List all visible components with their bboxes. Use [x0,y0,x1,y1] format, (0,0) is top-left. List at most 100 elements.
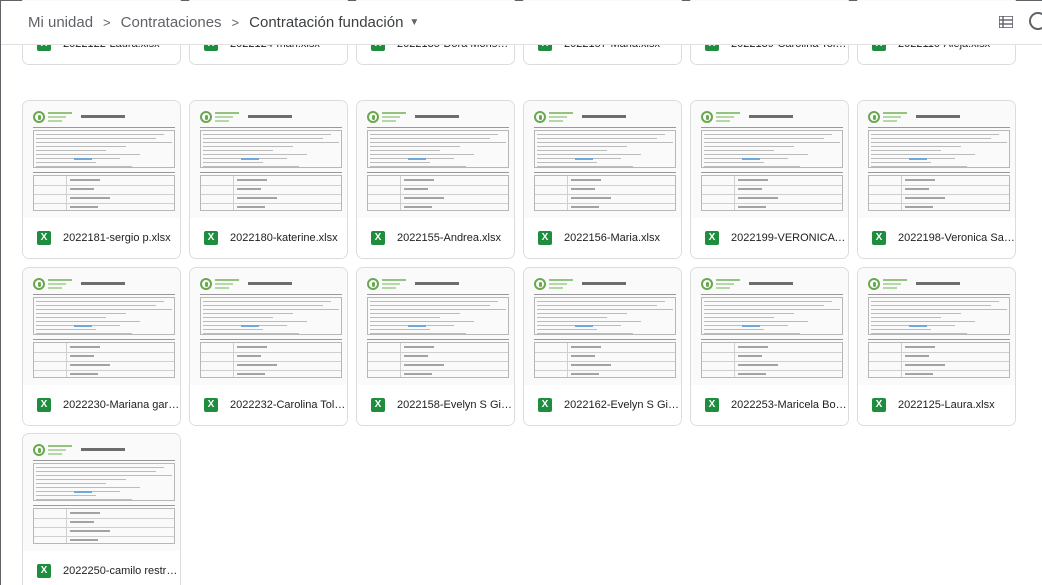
file-label-row: X 2022198-Veronica Salazar... [858,218,1015,258]
file-card[interactable]: X 2022162-Evelyn S Giraldo A... [523,267,682,426]
file-name: 2022158-Evelyn S Giraldo A... [397,399,514,411]
foundation-logo-icon [868,111,880,123]
file-card[interactable]: X 2022156-Maria.xlsx [523,100,682,259]
file-card[interactable]: X 2022180-katerine.xlsx [189,100,348,259]
file-label-row: X 2022155-Andrea.xlsx [357,218,514,258]
excel-file-icon: X [204,398,218,412]
foundation-logo-icon [868,278,880,290]
caret-down-icon[interactable]: ▼ [409,17,419,28]
file-label-row: X 2022158-Evelyn S Giraldo A... [357,385,514,425]
file-card[interactable]: X 2022125-Laura.xlsx [857,267,1016,426]
top-bar: Mi unidad > Contrataciones > Contratació… [1,1,1042,45]
file-name: 2022162-Evelyn S Giraldo A... [564,399,681,411]
file-card[interactable]: X 2022253-Maricela Botero.x... [690,267,849,426]
file-thumbnail [524,101,681,219]
spreadsheet-preview [200,278,342,382]
foundation-logo-icon [701,278,713,290]
spreadsheet-preview [701,278,843,382]
file-card[interactable]: X 2022158-Evelyn S Giraldo A... [356,267,515,426]
foundation-logo-icon [33,444,45,456]
breadcrumb-current[interactable]: Contratación fundación [249,14,403,31]
file-name: 2022155-Andrea.xlsx [397,232,501,244]
excel-file-icon: X [705,398,719,412]
foundation-logo-icon [534,278,546,290]
file-label-row: X 2022181-sergio p.xlsx [23,218,180,258]
excel-file-icon: X [872,398,886,412]
file-name: 2022250-camilo restrepo.xl... [63,565,180,577]
info-icon[interactable] [1029,12,1042,30]
spreadsheet-preview [868,111,1010,215]
excel-file-icon: X [538,231,552,245]
spreadsheet-preview [534,111,676,215]
file-label-row: X 2022156-Maria.xlsx [524,218,681,258]
file-thumbnail [858,268,1015,386]
spreadsheet-preview [33,278,175,382]
spreadsheet-preview [367,111,509,215]
file-label-row: X 2022253-Maricela Botero.x... [691,385,848,425]
file-label-row: X 2022232-Carolina Toloza.xl... [190,385,347,425]
file-thumbnail [858,101,1015,219]
file-name: 2022230-Mariana garcia.xlsx [63,399,180,411]
spreadsheet-preview [868,278,1010,382]
file-name: 2022199-VERONICA Salaza... [731,232,848,244]
list-view-icon[interactable] [999,16,1013,28]
foundation-logo-icon [701,111,713,123]
chevron-right-icon: > [231,15,240,30]
file-label-row: X 2022199-VERONICA Salaza... [691,218,848,258]
file-label-row: X 2022125-Laura.xlsx [858,385,1015,425]
file-thumbnail [23,434,180,552]
excel-file-icon: X [705,231,719,245]
file-card[interactable]: X 2022181-sergio p.xlsx [22,100,181,259]
spreadsheet-preview [33,444,175,548]
file-thumbnail [691,101,848,219]
foundation-logo-icon [367,278,379,290]
file-name: 2022232-Carolina Toloza.xl... [230,399,347,411]
file-label-row: X 2022162-Evelyn S Giraldo A... [524,385,681,425]
file-name: 2022181-sergio p.xlsx [63,232,171,244]
file-card[interactable]: X 2022232-Carolina Toloza.xl... [189,267,348,426]
foundation-logo-icon [200,111,212,123]
file-label-row: X 2022250-camilo restrepo.xl... [23,551,180,585]
file-thumbnail [190,268,347,386]
file-name: 2022180-katerine.xlsx [230,232,338,244]
spreadsheet-preview [701,111,843,215]
file-name: 2022253-Maricela Botero.x... [731,399,848,411]
file-thumbnail [23,101,180,219]
foundation-logo-icon [534,111,546,123]
spreadsheet-preview [200,111,342,215]
file-card[interactable]: X 2022199-VERONICA Salaza... [690,100,849,259]
excel-file-icon: X [872,231,886,245]
excel-file-icon: X [371,398,385,412]
spreadsheet-preview [534,278,676,382]
file-thumbnail [357,268,514,386]
foundation-logo-icon [33,111,45,123]
excel-file-icon: X [538,398,552,412]
breadcrumb-root[interactable]: Mi unidad [28,14,93,31]
breadcrumb: Mi unidad > Contrataciones > Contratació… [1,14,419,31]
excel-file-icon: X [37,564,51,578]
excel-file-icon: X [37,398,51,412]
file-card[interactable]: X 2022155-Andrea.xlsx [356,100,515,259]
chevron-right-icon: > [103,15,111,30]
file-name: 2022198-Veronica Salazar... [898,232,1015,244]
file-card[interactable]: X 2022250-camilo restrepo.xl... [22,433,181,585]
file-label-row: X 2022180-katerine.xlsx [190,218,347,258]
excel-file-icon: X [371,231,385,245]
file-thumbnail [691,268,848,386]
excel-file-icon: X [37,231,51,245]
file-card[interactable]: X 2022230-Mariana garcia.xlsx [22,267,181,426]
breadcrumb-folder[interactable]: Contrataciones [121,14,222,31]
foundation-logo-icon [33,278,45,290]
file-name: 2022156-Maria.xlsx [564,232,660,244]
foundation-logo-icon [200,278,212,290]
file-thumbnail [524,268,681,386]
excel-file-icon: X [204,231,218,245]
file-card[interactable]: X 2022198-Veronica Salazar... [857,100,1016,259]
spreadsheet-preview [33,111,175,215]
drive-window: X2022122-Laura.xlsxX2022124-mari.xlsxX20… [0,0,1042,585]
file-name: 2022125-Laura.xlsx [898,399,995,411]
spreadsheet-preview [367,278,509,382]
file-thumbnail [23,268,180,386]
file-thumbnail [357,101,514,219]
foundation-logo-icon [367,111,379,123]
